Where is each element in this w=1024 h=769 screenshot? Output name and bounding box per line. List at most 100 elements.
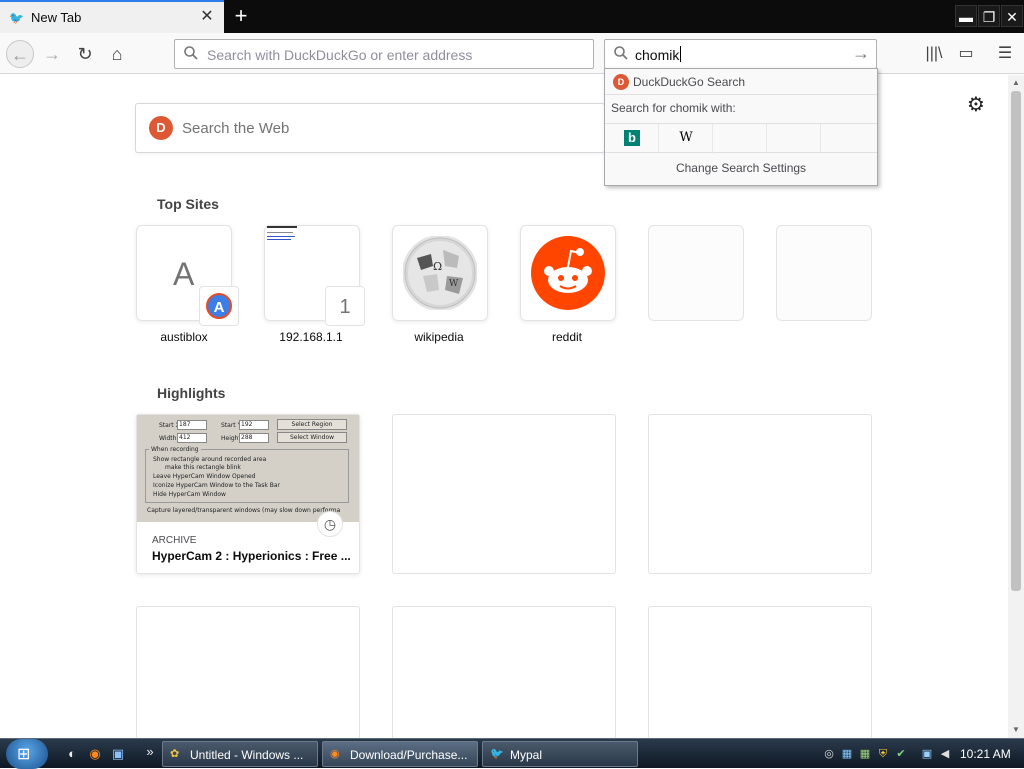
highlight-empty: [648, 606, 872, 738]
site-badge: 1: [325, 286, 365, 326]
close-window-button[interactable]: ✕: [1001, 5, 1023, 27]
windows-taskbar: ⊞ ◐ ◉ ▣ » ✿ Untitled - Windows ... ◉ Dow…: [0, 738, 1024, 769]
search-for-label: Search for chomik with:: [611, 101, 736, 115]
top-site-austiblox[interactable]: A A: [136, 225, 239, 326]
firefox-icon[interactable]: ◉: [87, 746, 103, 762]
close-tab-icon[interactable]: ✕: [198, 8, 216, 26]
scrollbar[interactable]: ▲ ▼: [1008, 75, 1024, 738]
display-icon[interactable]: ▦: [857, 746, 873, 762]
task-label: Untitled - Windows ...: [190, 748, 304, 762]
top-site-router[interactable]: 1: [264, 225, 365, 326]
highlight-empty: [648, 414, 872, 574]
one-off-engines: b W: [605, 123, 877, 154]
network-icon[interactable]: ◎: [821, 746, 837, 762]
highlight-empty: [392, 606, 616, 738]
svg-text:W: W: [449, 279, 459, 289]
duckduckgo-icon: D: [149, 116, 173, 140]
search-go-button[interactable]: →: [852, 43, 870, 64]
web-search-box[interactable]: D Search the Web: [135, 103, 605, 153]
checkmark-icon[interactable]: ✔: [893, 746, 909, 762]
start-button[interactable]: ⊞: [6, 739, 48, 769]
shield-icon[interactable]: ⛨: [875, 746, 891, 762]
engine-wikipedia[interactable]: W: [659, 124, 713, 154]
top-sites-title: Top Sites: [157, 196, 219, 212]
scroll-up-arrow[interactable]: ▲: [1011, 78, 1021, 88]
engine-empty[interactable]: [821, 124, 875, 154]
top-site-label: wikipedia: [414, 330, 464, 344]
engine-bing[interactable]: b: [605, 124, 659, 154]
svg-text:Ω: Ω: [433, 260, 442, 273]
back-button[interactable]: ←: [6, 40, 34, 68]
tab-title: New Tab: [31, 10, 82, 25]
clock-icon: ◷: [317, 511, 343, 537]
tab-new-tab[interactable]: 🐦 New Tab ✕: [0, 0, 224, 33]
highlight-thumbnail: Start X 187 Start Y 192 Select Region Wi…: [137, 415, 359, 522]
system-tray: ◎ ▦ ▦ ⛨ ✔ ▣ ◀ 10:21 AM: [818, 739, 1024, 769]
tab-strip: 🐦 New Tab ✕ + ▬ ❐ ✕: [0, 0, 1024, 33]
task-windows-media[interactable]: ✿ Untitled - Windows ...: [162, 741, 318, 767]
highlight-title: HyperCam 2 : Hyperionics : Free ...: [152, 549, 351, 563]
top-site-reddit[interactable]: [520, 225, 616, 321]
task-download[interactable]: ◉ Download/Purchase...: [322, 741, 478, 767]
task-label: Download/Purchase...: [350, 748, 468, 762]
scroll-down-arrow[interactable]: ▼: [1011, 725, 1021, 735]
clock[interactable]: 10:21 AM: [960, 747, 1011, 761]
reddit-icon: [531, 236, 605, 310]
media-player-icon: ✿: [170, 748, 180, 760]
sidebar-button[interactable]: ▭: [952, 40, 980, 68]
change-search-settings-button[interactable]: Change Search Settings: [605, 161, 877, 175]
bing-icon: b: [624, 130, 640, 146]
top-site-empty[interactable]: [648, 225, 744, 321]
firefox-icon: ◉: [330, 748, 340, 760]
quicklaunch-chevron[interactable]: »: [142, 744, 158, 760]
top-site-wikipedia[interactable]: Ω W: [392, 225, 488, 321]
forward-button[interactable]: →: [38, 40, 66, 68]
library-button[interactable]: |||\: [920, 40, 948, 68]
wikipedia-globe-icon: Ω W: [403, 236, 477, 310]
windows-logo-icon: ⊞: [17, 746, 31, 763]
highlight-empty: [392, 414, 616, 574]
gear-icon[interactable]: ⚙: [964, 93, 988, 117]
switch-windows-icon[interactable]: ▣: [110, 746, 126, 762]
engine-empty[interactable]: [713, 124, 767, 154]
task-label: Mypal: [510, 748, 543, 762]
austiblox-icon: A: [206, 293, 232, 319]
bird-icon: 🐦: [9, 11, 24, 25]
top-site-label: reddit: [551, 330, 583, 344]
highlights-title: Highlights: [157, 385, 226, 401]
new-tab-button[interactable]: +: [230, 4, 252, 28]
task-mypal[interactable]: 🐦 Mypal: [482, 741, 638, 767]
web-search-placeholder: Search the Web: [182, 120, 290, 137]
bird-icon: 🐦: [490, 748, 504, 760]
text-cursor: [680, 46, 681, 62]
search-bar[interactable]: chomik →: [604, 39, 877, 69]
site-letter: A: [173, 256, 195, 292]
network-connection-icon[interactable]: ▣: [919, 746, 935, 762]
highlight-card[interactable]: Start X 187 Start Y 192 Select Region Wi…: [136, 414, 360, 574]
volume-icon[interactable]: ◀: [937, 746, 953, 762]
reload-button[interactable]: ↻: [71, 40, 99, 68]
duckduckgo-icon: D: [613, 74, 629, 90]
wikipedia-icon: W: [679, 130, 693, 145]
home-button[interactable]: ⌂: [103, 40, 131, 68]
top-site-label: 192.168.1.1: [279, 330, 343, 344]
show-desktop-icon[interactable]: ◐: [64, 746, 80, 762]
top-site-empty[interactable]: [776, 225, 872, 321]
search-icon: [613, 45, 629, 65]
address-placeholder: Search with DuckDuckGo or enter address: [207, 47, 473, 63]
current-engine-label: DuckDuckGo Search: [633, 75, 746, 89]
highlight-tag: ARCHIVE: [152, 535, 197, 546]
scrollbar-thumb[interactable]: [1011, 91, 1021, 591]
top-site-label: austiblox: [160, 330, 208, 344]
engine-empty[interactable]: [767, 124, 821, 154]
restore-button[interactable]: ❐: [978, 5, 1000, 27]
search-suggestions-dropdown: D DuckDuckGo Search Search for chomik wi…: [604, 68, 878, 186]
dropdown-header: D DuckDuckGo Search: [605, 69, 877, 95]
search-icon: [183, 45, 199, 65]
highlight-empty: [136, 606, 360, 738]
menu-button[interactable]: ☰: [991, 40, 1019, 68]
search-input[interactable]: chomik: [635, 47, 679, 63]
monitor-icon[interactable]: ▦: [839, 746, 855, 762]
minimize-button[interactable]: ▬: [955, 5, 977, 27]
address-bar[interactable]: Search with DuckDuckGo or enter address: [174, 39, 594, 69]
